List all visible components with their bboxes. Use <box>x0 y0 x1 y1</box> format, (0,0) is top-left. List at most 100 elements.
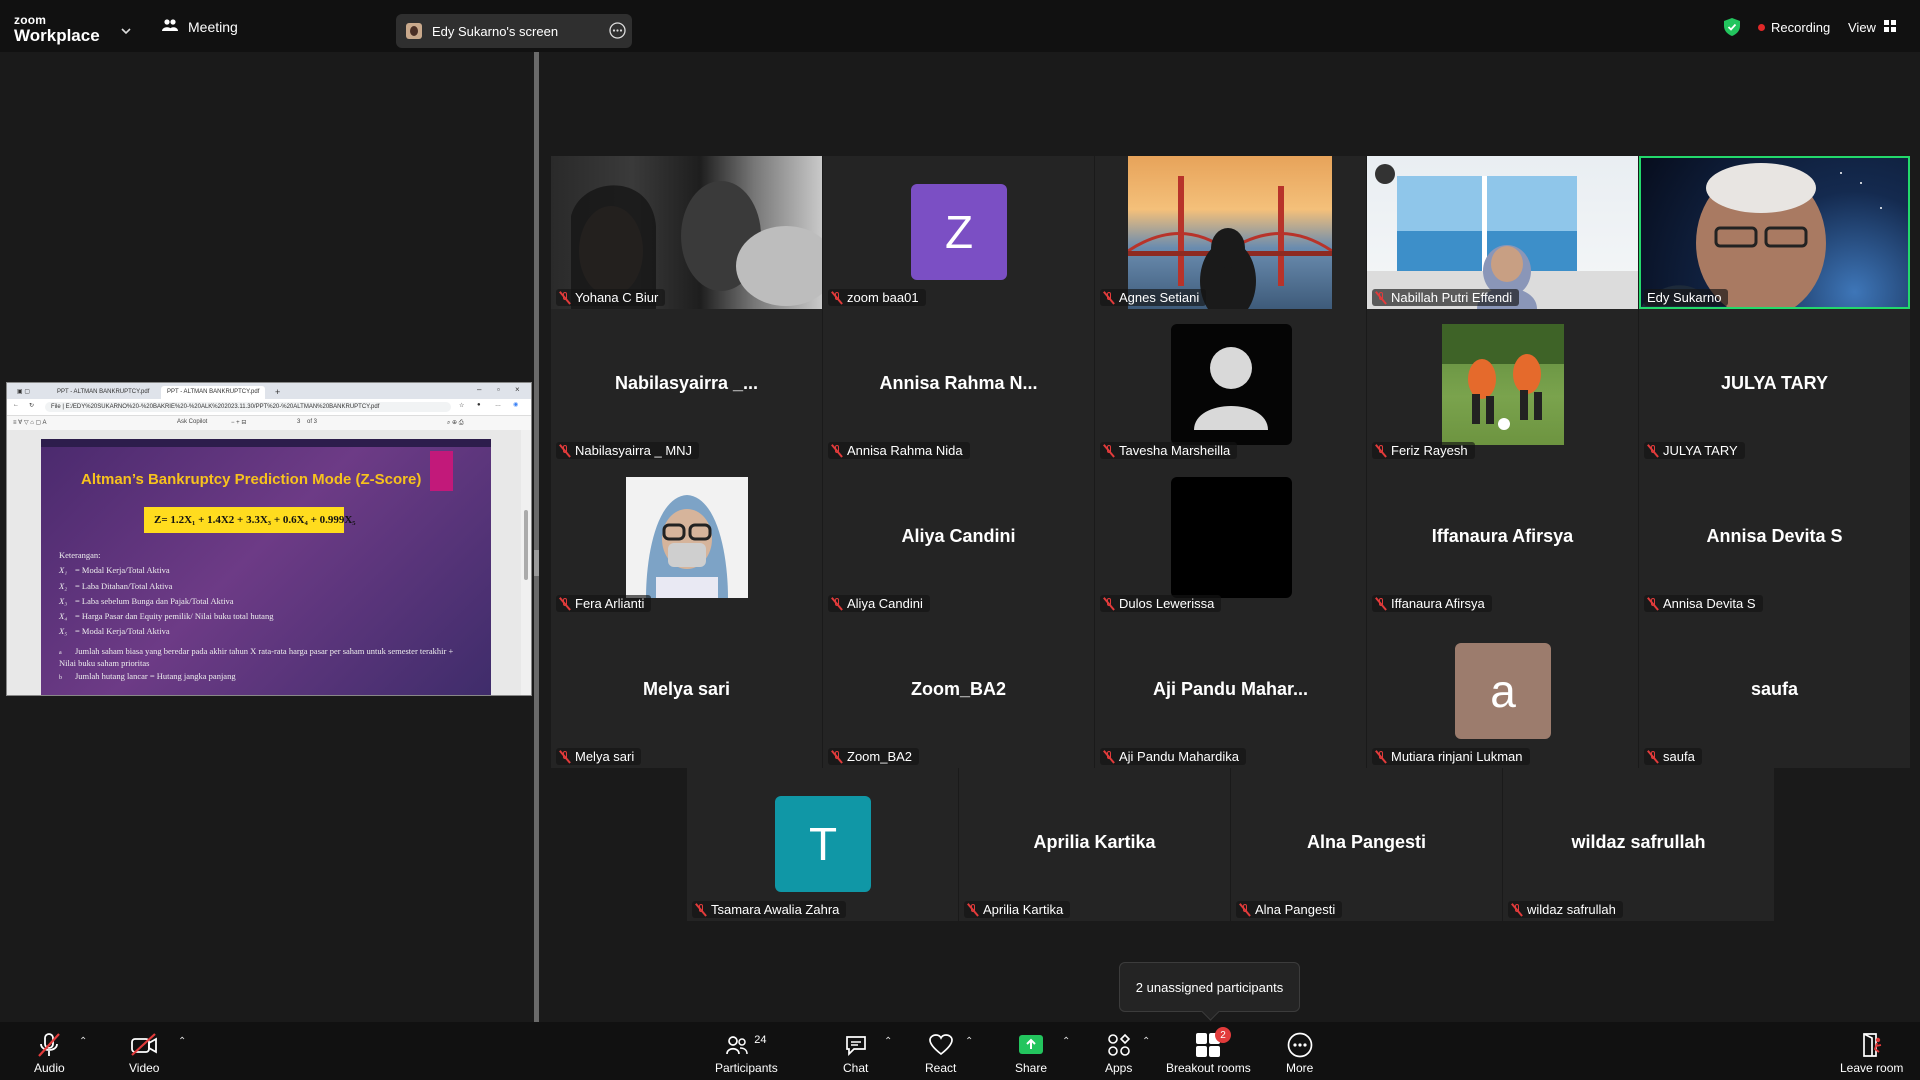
pane-divider[interactable] <box>534 52 539 1022</box>
participant-name-tag: Fera Arlianti <box>556 595 652 612</box>
react-button[interactable]: React <box>925 1032 956 1075</box>
video-options-caret-icon[interactable]: ⌃ <box>178 1036 186 1047</box>
video-button[interactable]: Video <box>129 1032 159 1075</box>
back-icon[interactable]: ← <box>13 402 19 408</box>
zoom-controls-icon[interactable]: − + ⊟ <box>231 419 246 426</box>
video-tile[interactable]: wildaz safrullah wildaz safrullah <box>1503 768 1774 921</box>
view-button[interactable]: View <box>1848 20 1896 35</box>
video-tile[interactable]: Agnes Setiani <box>1095 156 1366 309</box>
video-tile[interactable]: Feriz Rayesh <box>1367 309 1638 462</box>
leave-room-button[interactable]: Leave room <box>1840 1032 1903 1075</box>
video-tile[interactable]: a Mutiara rinjani Lukman <box>1367 615 1638 768</box>
grid-view-icon <box>1883 20 1896 35</box>
video-tile[interactable]: Iffanaura Afirsya Iffanaura Afirsya <box>1367 462 1638 615</box>
recording-indicator[interactable]: Recording <box>1758 20 1830 35</box>
mic-muted-icon <box>559 597 571 611</box>
apps-button[interactable]: Apps <box>1105 1032 1132 1075</box>
video-tile[interactable]: T Tsamara Awalia Zahra <box>687 768 958 921</box>
participant-name-tag: Agnes Setiani <box>1100 289 1207 306</box>
pdf-tools-icon[interactable]: ≡ ∀ ▽ ⌂ ▢ A <box>13 419 47 426</box>
video-tile[interactable]: JULYA TARY JULYA TARY <box>1639 309 1910 462</box>
participants-label: Participants <box>715 1061 778 1075</box>
security-shield-icon[interactable] <box>1724 18 1740 41</box>
video-tile[interactable]: Nabillah Putri Effendi <box>1367 156 1638 309</box>
video-tile[interactable]: Annisa Devita S Annisa Devita S <box>1639 462 1910 615</box>
definition-text: = Modal Kerja/Total Aktiva <box>75 565 170 576</box>
share-options-caret-icon[interactable]: ⌃ <box>1062 1036 1070 1047</box>
maximize-icon[interactable]: ▫ <box>497 385 500 394</box>
logo-line1: zoom <box>14 13 47 27</box>
more-button[interactable]: More <box>1286 1032 1313 1075</box>
participant-name: Fera Arlianti <box>575 596 645 611</box>
search-icon[interactable]: ⌕ ⊕ ⎙ <box>447 419 464 427</box>
menu-dots-icon[interactable]: … <box>495 402 501 408</box>
chat-options-caret-icon[interactable]: ⌃ <box>884 1036 892 1047</box>
mic-muted-icon <box>1375 597 1387 611</box>
shared-screen-window[interactable]: ▣ ▢ PPT - ALTMAN BANKRUPTCY.pdf PPT - AL… <box>6 382 532 696</box>
url-field[interactable]: File | E:/EDY%20SUKARNO%20-%20BAKRIE%20-… <box>45 402 451 412</box>
active-speaker-tile[interactable]: Edy Sukarno <box>1639 156 1910 309</box>
video-tile[interactable]: Annisa Rahma N... Annisa Rahma Nida <box>823 309 1094 462</box>
audio-button[interactable]: Audio <box>34 1032 65 1075</box>
video-tile[interactable]: Melya sari Melya sari <box>551 615 822 768</box>
video-tile[interactable]: Yohana C Biur <box>551 156 822 309</box>
slide-accent-mark <box>430 451 453 491</box>
mic-muted-icon <box>1375 750 1387 764</box>
pdf-scrollbar[interactable] <box>521 430 531 695</box>
page-number[interactable]: 3 <box>297 419 300 425</box>
video-tile[interactable]: Nabilasyairra _... Nabilasyairra _ MNJ <box>551 309 822 462</box>
share-button[interactable]: Share <box>1015 1032 1047 1075</box>
browser-tab-2[interactable]: PPT - ALTMAN BANKRUPTCY.pdf <box>161 386 266 399</box>
variable: X₂ <box>59 580 68 591</box>
meeting-toolbar: Audio ⌃ Video ⌃ 24 Participants Chat ⌃ R… <box>0 1022 1920 1080</box>
participants-icon: 24 <box>726 1032 766 1058</box>
browser-tab-strip: ▣ ▢ PPT - ALTMAN BANKRUPTCY.pdf PPT - AL… <box>7 383 531 399</box>
audio-options-caret-icon[interactable]: ⌃ <box>79 1036 87 1047</box>
minimize-icon[interactable]: – <box>477 385 481 394</box>
participant-name: Nabillah Putri Effendi <box>1391 290 1513 305</box>
refresh-icon[interactable]: ↻ <box>29 402 34 409</box>
mic-muted-icon <box>1239 903 1251 917</box>
copilot-icon[interactable]: ◉ <box>513 401 518 408</box>
new-tab-icon[interactable]: + <box>269 386 286 399</box>
video-tile[interactable]: Fera Arlianti <box>551 462 822 615</box>
video-tile[interactable]: Tavesha Marsheilla <box>1095 309 1366 462</box>
participant-name: Annisa Rahma Nida <box>847 443 963 458</box>
definition-text: = Laba Ditahan/Total Aktiva <box>75 580 173 591</box>
react-options-caret-icon[interactable]: ⌃ <box>965 1036 973 1047</box>
chat-button[interactable]: Chat <box>843 1032 868 1075</box>
divider-handle[interactable] <box>534 550 539 576</box>
chevron-down-icon[interactable] <box>121 22 131 40</box>
chat-label: Chat <box>843 1061 869 1075</box>
screen-share-pill[interactable]: Edy Sukarno's screen <box>396 14 632 48</box>
video-tile[interactable]: Aji Pandu Mahar... Aji Pandu Mahardika <box>1095 615 1366 768</box>
video-tile[interactable]: Aliya Candini Aliya Candini <box>823 462 1094 615</box>
mic-muted-icon <box>1103 291 1115 305</box>
video-tile[interactable]: Aprilia Kartika Aprilia Kartika <box>959 768 1230 921</box>
pdf-viewer: Altman’s Bankruptcy Prediction Mode (Z-S… <box>7 430 521 695</box>
participant-display-name: Annisa Rahma N... <box>879 373 1038 393</box>
scrollbar-thumb[interactable] <box>524 510 528 580</box>
video-tile[interactable]: Alna Pangesti Alna Pangesti <box>1231 768 1502 921</box>
video-tile[interactable]: Zoom_BA2 Zoom_BA2 <box>823 615 1094 768</box>
pdf-toolbar: ≡ ∀ ▽ ⌂ ▢ A Ask Copilot − + ⊟ 3 of 3 ⌕ ⊕… <box>7 416 531 431</box>
apps-options-caret-icon[interactable]: ⌃ <box>1142 1036 1150 1047</box>
meeting-button[interactable]: Meeting <box>162 18 238 35</box>
video-tile[interactable]: Z zoom baa01 <box>823 156 1094 309</box>
slide-definitions: Keterangan: X₁ = Modal Kerja/Total Aktiva… <box>59 548 273 640</box>
view-label: View <box>1848 20 1876 35</box>
close-icon[interactable]: × <box>515 385 520 394</box>
video-tile[interactable]: Dulos Lewerissa <box>1095 462 1366 615</box>
participants-button[interactable]: 24 Participants <box>715 1032 778 1075</box>
browser-tab-1[interactable]: PPT - ALTMAN BANKRUPTCY.pdf <box>51 386 155 399</box>
definition-text: = Modal Kerja/Total Aktiva <box>75 626 170 637</box>
sharer-avatar <box>406 23 422 39</box>
video-tile[interactable]: saufa saufa <box>1639 615 1910 768</box>
copilot-label[interactable]: Ask Copilot <box>177 419 207 425</box>
more-options-icon[interactable] <box>609 22 626 42</box>
participant-name: Yohana C Biur <box>575 290 659 305</box>
breakout-rooms-button[interactable]: Breakout rooms <box>1166 1032 1251 1075</box>
favorite-icon[interactable]: ☆ <box>459 402 464 409</box>
participant-name: Tsamara Awalia Zahra <box>711 902 840 917</box>
profile-icon[interactable]: ● <box>477 402 481 408</box>
